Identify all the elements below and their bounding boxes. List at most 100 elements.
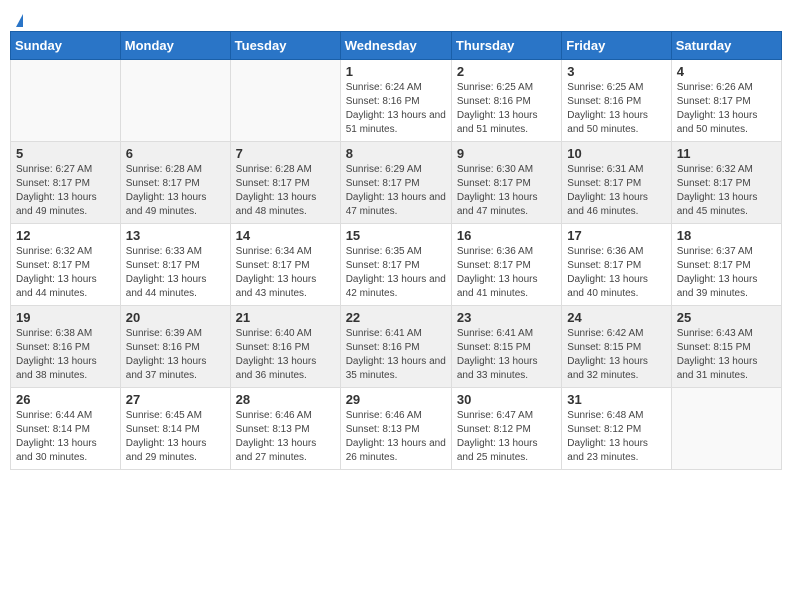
day-info: Sunrise: 6:39 AM Sunset: 8:16 PM Dayligh… [126,327,225,383]
day-info: Sunrise: 6:41 AM Sunset: 8:16 PM Dayligh… [346,327,446,383]
day-info: Sunrise: 6:31 AM Sunset: 8:17 PM Dayligh… [567,163,665,219]
day-cell [671,388,781,470]
day-cell: 13Sunrise: 6:33 AM Sunset: 8:17 PM Dayli… [120,224,230,306]
day-number: 25 [677,310,776,325]
day-number: 9 [457,146,556,161]
day-info: Sunrise: 6:48 AM Sunset: 8:12 PM Dayligh… [567,409,665,465]
day-number: 21 [236,310,335,325]
day-info: Sunrise: 6:36 AM Sunset: 8:17 PM Dayligh… [457,245,556,301]
col-header-sunday: Sunday [11,32,121,60]
day-info: Sunrise: 6:30 AM Sunset: 8:17 PM Dayligh… [457,163,556,219]
day-number: 18 [677,228,776,243]
day-cell: 22 Sunrise: 6:41 AM Sunset: 8:16 PM Dayli… [340,306,451,388]
day-cell: 5 Sunrise: 6:27 AM Sunset: 8:17 PM Daylig… [11,142,121,224]
logo-triangle-icon [16,14,23,27]
day-info: Sunrise: 6:32 AM Sunset: 8:17 PM Dayligh… [16,245,115,301]
header [10,10,782,27]
day-cell: 7Sunrise: 6:28 AM Sunset: 8:17 PM Daylig… [230,142,340,224]
logo [14,14,23,27]
day-cell: 6 Sunrise: 6:28 AM Sunset: 8:17 PM Daylig… [120,142,230,224]
day-number: 11 [677,146,776,161]
day-number: 17 [567,228,665,243]
day-cell [120,60,230,142]
day-number: 24 [567,310,665,325]
day-cell: 30 Sunrise: 6:47 AM Sunset: 8:12 PM Dayli… [451,388,561,470]
day-info: Sunrise: 6:28 AM Sunset: 8:17 PM Dayligh… [126,163,225,219]
day-number: 23 [457,310,556,325]
day-number: 13 [126,228,225,243]
day-number: 22 [346,310,446,325]
day-number: 20 [126,310,225,325]
day-info: Sunrise: 6:32 AM Sunset: 8:17 PM Dayligh… [677,163,776,219]
day-number: 12 [16,228,115,243]
day-cell: 16 Sunrise: 6:36 AM Sunset: 8:17 PM Dayli… [451,224,561,306]
day-number: 31 [567,392,665,407]
day-cell: 17 Sunrise: 6:36 AM Sunset: 8:17 PM Dayli… [562,224,671,306]
day-info: Sunrise: 6:47 AM Sunset: 8:12 PM Dayligh… [457,409,556,465]
day-info: Sunrise: 6:34 AM Sunset: 8:17 PM Dayligh… [236,245,335,301]
calendar-table: SundayMondayTuesdayWednesdayThursdayFrid… [10,31,782,470]
day-cell: 28 Sunrise: 6:46 AM Sunset: 8:13 PM Dayli… [230,388,340,470]
day-number: 30 [457,392,556,407]
day-info: Sunrise: 6:25 AM Sunset: 8:16 PM Dayligh… [457,81,556,137]
day-number: 4 [677,64,776,79]
day-info: Sunrise: 6:35 AM Sunset: 8:17 PM Dayligh… [346,245,446,301]
day-number: 5 [16,146,115,161]
day-number: 15 [346,228,446,243]
day-cell: 4Sunrise: 6:26 AM Sunset: 8:17 PM Daylig… [671,60,781,142]
day-number: 26 [16,392,115,407]
day-cell: 14Sunrise: 6:34 AM Sunset: 8:17 PM Dayli… [230,224,340,306]
day-info: Sunrise: 6:42 AM Sunset: 8:15 PM Dayligh… [567,327,665,383]
col-header-tuesday: Tuesday [230,32,340,60]
day-info: Sunrise: 6:25 AM Sunset: 8:16 PM Dayligh… [567,81,665,137]
day-info: Sunrise: 6:46 AM Sunset: 8:13 PM Dayligh… [236,409,335,465]
day-info: Sunrise: 6:40 AM Sunset: 8:16 PM Dayligh… [236,327,335,383]
day-cell: 3Sunrise: 6:25 AM Sunset: 8:16 PM Daylig… [562,60,671,142]
week-row-3: 12 Sunrise: 6:32 AM Sunset: 8:17 PM Dayli… [11,224,782,306]
day-info: Sunrise: 6:43 AM Sunset: 8:15 PM Dayligh… [677,327,776,383]
day-number: 29 [346,392,446,407]
week-row-5: 26 Sunrise: 6:44 AM Sunset: 8:14 PM Dayli… [11,388,782,470]
day-cell: 19 Sunrise: 6:38 AM Sunset: 8:16 PM Dayli… [11,306,121,388]
col-header-monday: Monday [120,32,230,60]
day-number: 6 [126,146,225,161]
day-info: Sunrise: 6:29 AM Sunset: 8:17 PM Dayligh… [346,163,446,219]
day-info: Sunrise: 6:36 AM Sunset: 8:17 PM Dayligh… [567,245,665,301]
col-header-thursday: Thursday [451,32,561,60]
day-number: 10 [567,146,665,161]
day-number: 19 [16,310,115,325]
header-row: SundayMondayTuesdayWednesdayThursdayFrid… [11,32,782,60]
day-cell: 27Sunrise: 6:45 AM Sunset: 8:14 PM Dayli… [120,388,230,470]
day-cell: 15 Sunrise: 6:35 AM Sunset: 8:17 PM Dayli… [340,224,451,306]
day-cell: 2 Sunrise: 6:25 AM Sunset: 8:16 PM Daylig… [451,60,561,142]
day-cell: 21 Sunrise: 6:40 AM Sunset: 8:16 PM Dayli… [230,306,340,388]
day-info: Sunrise: 6:24 AM Sunset: 8:16 PM Dayligh… [346,81,446,137]
day-info: Sunrise: 6:27 AM Sunset: 8:17 PM Dayligh… [16,163,115,219]
day-cell [11,60,121,142]
day-info: Sunrise: 6:41 AM Sunset: 8:15 PM Dayligh… [457,327,556,383]
day-number: 16 [457,228,556,243]
day-cell [230,60,340,142]
day-number: 2 [457,64,556,79]
day-info: Sunrise: 6:38 AM Sunset: 8:16 PM Dayligh… [16,327,115,383]
day-info: Sunrise: 6:28 AM Sunset: 8:17 PM Dayligh… [236,163,335,219]
day-info: Sunrise: 6:44 AM Sunset: 8:14 PM Dayligh… [16,409,115,465]
day-info: Sunrise: 6:37 AM Sunset: 8:17 PM Dayligh… [677,245,776,301]
day-cell: 12 Sunrise: 6:32 AM Sunset: 8:17 PM Dayli… [11,224,121,306]
week-row-2: 5 Sunrise: 6:27 AM Sunset: 8:17 PM Daylig… [11,142,782,224]
day-number: 28 [236,392,335,407]
day-cell: 18 Sunrise: 6:37 AM Sunset: 8:17 PM Dayli… [671,224,781,306]
day-cell: 11 Sunrise: 6:32 AM Sunset: 8:17 PM Dayli… [671,142,781,224]
day-cell: 25 Sunrise: 6:43 AM Sunset: 8:15 PM Dayli… [671,306,781,388]
day-info: Sunrise: 6:46 AM Sunset: 8:13 PM Dayligh… [346,409,446,465]
col-header-wednesday: Wednesday [340,32,451,60]
day-cell: 1Sunrise: 6:24 AM Sunset: 8:16 PM Daylig… [340,60,451,142]
day-cell: 9 Sunrise: 6:30 AM Sunset: 8:17 PM Daylig… [451,142,561,224]
day-cell: 31 Sunrise: 6:48 AM Sunset: 8:12 PM Dayli… [562,388,671,470]
day-cell: 8Sunrise: 6:29 AM Sunset: 8:17 PM Daylig… [340,142,451,224]
day-cell: 20 Sunrise: 6:39 AM Sunset: 8:16 PM Dayli… [120,306,230,388]
week-row-4: 19 Sunrise: 6:38 AM Sunset: 8:16 PM Dayli… [11,306,782,388]
col-header-friday: Friday [562,32,671,60]
day-cell: 24 Sunrise: 6:42 AM Sunset: 8:15 PM Dayli… [562,306,671,388]
day-info: Sunrise: 6:45 AM Sunset: 8:14 PM Dayligh… [126,409,225,465]
